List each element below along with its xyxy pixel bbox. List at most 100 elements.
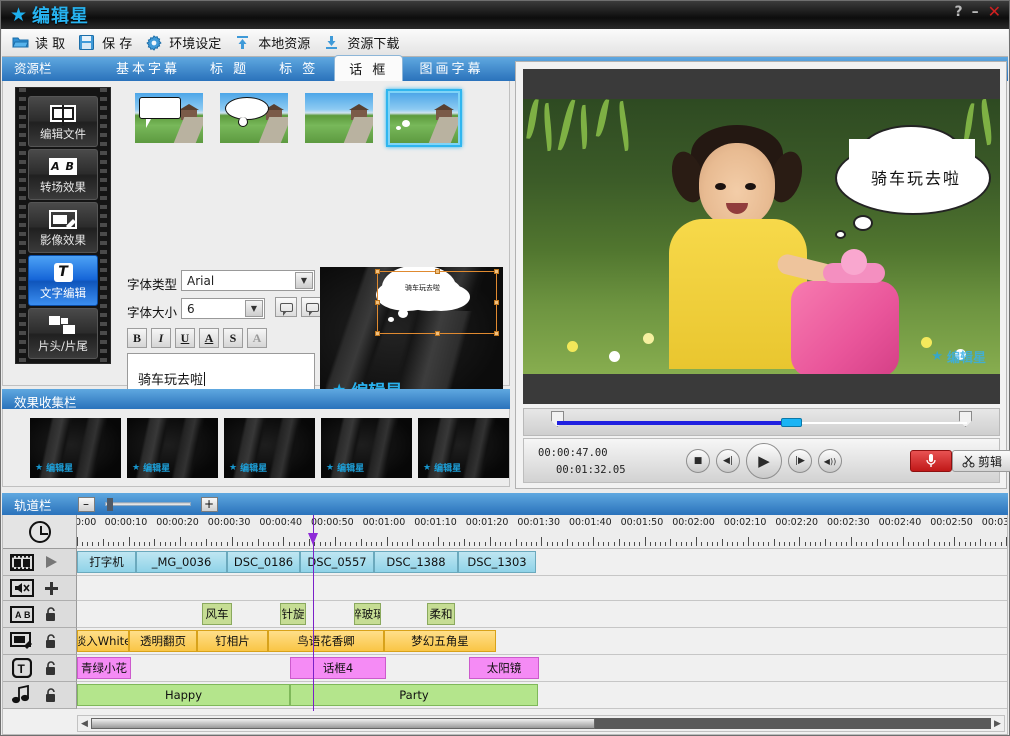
zoom-out-button[interactable]: – <box>77 496 95 512</box>
text-caret <box>204 372 206 386</box>
ruler-tick <box>716 542 718 546</box>
tab-basic-subtitle[interactable]: 基本字幕 <box>102 55 194 81</box>
timeline-clip[interactable]: 风车 <box>202 603 232 625</box>
effect-thumb[interactable]: ★ 编辑星 <box>418 418 509 478</box>
effect-thumb[interactable]: ★ 编辑星 <box>321 418 412 478</box>
tab-label[interactable]: 标 签 <box>265 55 332 81</box>
ruler-tick <box>190 542 192 546</box>
timeline-clip[interactable]: 鸟语花香卿 <box>268 630 384 652</box>
timeline-clip[interactable]: 青绿小花 <box>77 657 131 679</box>
sidebar-item-intro-outro[interactable]: 片头/片尾 <box>28 308 98 359</box>
prev-frame-button[interactable]: ◀| <box>716 449 740 473</box>
outline-button[interactable]: A <box>247 328 267 348</box>
sidebar-item-edit-file[interactable]: 编辑文件 <box>28 96 98 147</box>
sidebar-item-video-effect[interactable]: 影像效果 <box>28 202 98 253</box>
record-button[interactable] <box>910 450 952 472</box>
timeline-clip[interactable]: 钉相片 <box>197 630 268 652</box>
video-frame-image: 骑车玩去啦 ★ 编辑星 <box>523 99 1000 374</box>
unlock-icon[interactable] <box>42 659 60 677</box>
timeline-clip[interactable]: DSC_0557 <box>300 551 374 573</box>
timeline-clip[interactable]: DSC_1303 <box>458 551 536 573</box>
font-color-button[interactable]: A <box>199 328 219 348</box>
timeline-clip[interactable]: 话框4 <box>290 657 386 679</box>
ruler-tick <box>974 542 976 546</box>
scroll-right-arrow[interactable]: ▶ <box>991 719 1004 729</box>
ruler-tick <box>283 537 285 546</box>
unlock-icon[interactable] <box>42 605 60 623</box>
timeline-clip[interactable]: 淡入White <box>77 630 129 652</box>
play-triangle-icon[interactable] <box>42 553 60 571</box>
timeline-clip[interactable]: DSC_0186 <box>227 551 300 573</box>
selection-box[interactable] <box>375 269 499 336</box>
menu-item-settings[interactable]: 环境设定 <box>146 33 221 52</box>
minimize-button[interactable]: – <box>972 5 979 19</box>
sidebar-item-text-edit[interactable]: T 文字编辑 <box>28 255 98 306</box>
watermark-star-icon: ★ <box>931 349 943 364</box>
text-track[interactable]: 青绿小花 话框4 太阳镜 <box>77 655 1007 682</box>
unlock-icon[interactable] <box>42 632 60 650</box>
timeline-clip[interactable]: 梦幻五角星 <box>384 630 496 652</box>
menu-item-save[interactable]: 保 存 <box>79 33 132 52</box>
zoom-slider[interactable] <box>104 498 191 511</box>
transition-track[interactable]: 风车 针旋 碎玻璃 柔和 <box>77 601 1007 628</box>
stop-button[interactable]: ■ <box>686 449 710 473</box>
effect-thumb[interactable]: ★ 编辑星 <box>224 418 315 478</box>
chevron-down-icon[interactable]: ▼ <box>245 300 263 317</box>
timeline-clip[interactable]: DSC_1388 <box>374 551 458 573</box>
bubble-thumb-burst[interactable] <box>301 89 377 147</box>
scrub-handle[interactable] <box>781 418 802 427</box>
menu-item-open[interactable]: 读 取 <box>12 33 65 52</box>
timeline-clip[interactable]: 碎玻璃 <box>354 603 381 625</box>
italic-button[interactable]: I <box>151 328 171 348</box>
menu-item-download[interactable]: 资源下载 <box>324 33 399 52</box>
video-screen[interactable]: 骑车玩去啦 ★ 编辑星 <box>523 69 1000 404</box>
timeline-clip[interactable]: 透明翻页 <box>129 630 197 652</box>
ruler-tick <box>722 539 723 546</box>
tab-speech-box[interactable]: 话 框 <box>334 55 404 81</box>
music-track[interactable]: Happy Party <box>77 682 1007 709</box>
chevron-down-icon[interactable]: ▼ <box>295 272 313 289</box>
unlock-icon[interactable] <box>42 686 60 704</box>
effect-track[interactable]: 淡入White 透明翻页 钉相片 鸟语花香卿 梦幻五角星 <box>77 628 1007 655</box>
bubble-thumb-rect[interactable] <box>131 89 207 147</box>
scroll-left-arrow[interactable]: ◀ <box>78 719 91 729</box>
play-button[interactable]: ▶ <box>746 443 782 479</box>
font-family-select[interactable]: Arial ▼ <box>181 270 315 291</box>
effect-thumb[interactable]: ★ 编辑星 <box>127 418 218 478</box>
font-size-select[interactable]: 6 ▼ <box>181 298 265 319</box>
next-frame-button[interactable]: |▶ <box>788 449 812 473</box>
tab-title[interactable]: 标 题 <box>196 55 263 81</box>
tab-picture-subtitle[interactable]: 图画字幕 <box>405 55 497 81</box>
timeline-clip[interactable]: 柔和 <box>427 603 455 625</box>
timeline-clip[interactable]: 针旋 <box>280 603 306 625</box>
hscroll-track[interactable] <box>91 718 991 729</box>
strikethrough-button[interactable]: S <box>223 328 243 348</box>
timeline-ruler[interactable]: 0:00 00:00:10 00:00:20 00:00:30 00:00:40 00:0… <box>77 515 1007 549</box>
plus-icon[interactable] <box>42 579 60 597</box>
underline-button[interactable]: U <box>175 328 195 348</box>
bubble-thumb-cloud[interactable] <box>386 89 462 147</box>
timeline-hscrollbar[interactable]: ◀ ▶ <box>77 715 1005 732</box>
zoom-in-button[interactable]: + <box>200 496 218 512</box>
bubble-tail-right-button[interactable] <box>275 297 297 317</box>
timeline-clip[interactable]: Party <box>290 684 538 706</box>
scrub-bar[interactable] <box>523 408 1000 436</box>
volume-button[interactable]: ◀)) <box>818 449 842 473</box>
bold-button[interactable]: B <box>127 328 147 348</box>
menu-item-local-resource[interactable]: 本地资源 <box>235 33 310 52</box>
video-track[interactable]: 打字机 _MG_0036 DSC_0186 DSC_0557 DSC_1388 DSC_1… <box>77 549 1007 576</box>
help-button[interactable]: ? <box>954 5 962 19</box>
sidebar-item-transition[interactable]: A B 转场效果 <box>28 149 98 200</box>
cut-button[interactable]: 剪辑 <box>952 450 1010 472</box>
ruler-tick <box>262 542 264 546</box>
trim-out-marker[interactable] <box>959 411 972 427</box>
timeline-clip[interactable]: 太阳镜 <box>469 657 539 679</box>
timeline-clip[interactable]: Happy <box>77 684 290 706</box>
playhead[interactable] <box>308 515 318 711</box>
timeline-clip[interactable]: 打字机 <box>77 551 136 573</box>
effect-thumb[interactable]: ★ 编辑星 <box>30 418 121 478</box>
audio-mute-track[interactable] <box>77 576 1007 601</box>
timeline-clip[interactable]: _MG_0036 <box>136 551 227 573</box>
bubble-thumb-oval[interactable] <box>216 89 292 147</box>
close-button[interactable]: ✕ <box>988 4 1001 20</box>
